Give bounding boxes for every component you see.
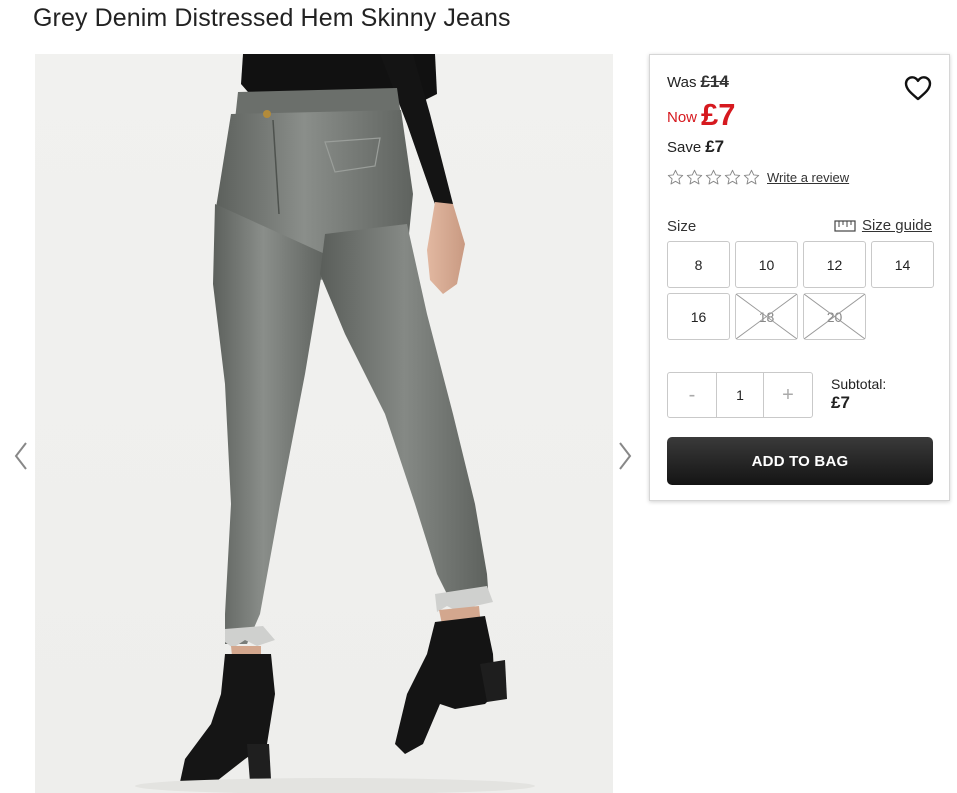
rating-stars[interactable]	[667, 169, 760, 186]
subtotal-label: Subtotal:	[831, 376, 887, 392]
size-option-8[interactable]: 8	[667, 241, 730, 288]
heart-icon	[904, 76, 932, 101]
star-icon	[667, 169, 684, 185]
quantity-increase-button[interactable]: +	[764, 373, 812, 417]
subtotal-value: £7	[831, 393, 850, 412]
size-guide-label: Size guide	[861, 217, 932, 234]
add-to-bag-button[interactable]: ADD TO BAG	[667, 437, 933, 485]
gallery-prev-button[interactable]	[10, 440, 34, 472]
size-option-label: 10	[758, 256, 775, 273]
star-icon	[686, 169, 703, 185]
star-icon	[705, 169, 722, 185]
quantity-input[interactable]: 1	[716, 373, 764, 417]
rating-row: Write a review	[667, 169, 849, 186]
now-value: £7	[701, 97, 736, 132]
product-title: Grey Denim Distressed Hem Skinny Jeans	[33, 4, 511, 32]
subtotal: Subtotal: £7	[831, 376, 886, 413]
wishlist-button[interactable]	[903, 74, 933, 102]
now-label: Now	[667, 109, 698, 126]
size-option-label: 16	[690, 308, 707, 325]
ruler-icon	[834, 219, 856, 232]
save-label: Save	[667, 139, 702, 156]
size-option-label: 18	[758, 308, 775, 325]
size-option-12[interactable]: 12	[803, 241, 866, 288]
purchase-panel: Was £14 Now £7 Save £7 Write a review Size …	[649, 54, 950, 501]
size-option-label: 12	[826, 256, 843, 273]
chevron-left-icon	[14, 442, 27, 470]
write-review-link[interactable]: Write a review	[767, 170, 849, 185]
chevron-right-icon	[619, 442, 632, 470]
product-image	[35, 54, 613, 793]
size-option-18: 18	[735, 293, 798, 340]
now-price: Now £7	[667, 97, 736, 133]
save-price: Save £7	[667, 137, 724, 157]
size-option-label: 20	[826, 308, 843, 325]
quantity-stepper: - 1 +	[667, 372, 813, 418]
gallery-next-button[interactable]	[614, 440, 638, 472]
size-option-label: 14	[894, 256, 911, 273]
product-gallery	[0, 54, 640, 793]
size-label: Size	[667, 218, 697, 235]
star-icon	[743, 169, 760, 185]
save-value: £7	[705, 137, 725, 156]
size-option-20: 20	[803, 293, 866, 340]
size-options: 8 10 12 14 16 18 20	[667, 241, 934, 340]
star-icon	[724, 169, 741, 185]
was-label: Was	[667, 74, 697, 91]
size-option-label: 8	[694, 256, 703, 273]
size-guide-link[interactable]: Size guide	[834, 217, 932, 234]
size-option-10[interactable]: 10	[735, 241, 798, 288]
size-option-14[interactable]: 14	[871, 241, 934, 288]
was-value: £14	[700, 72, 729, 91]
quantity-decrease-button[interactable]: -	[668, 373, 716, 417]
was-price: Was £14	[667, 72, 729, 92]
size-option-16[interactable]: 16	[667, 293, 730, 340]
